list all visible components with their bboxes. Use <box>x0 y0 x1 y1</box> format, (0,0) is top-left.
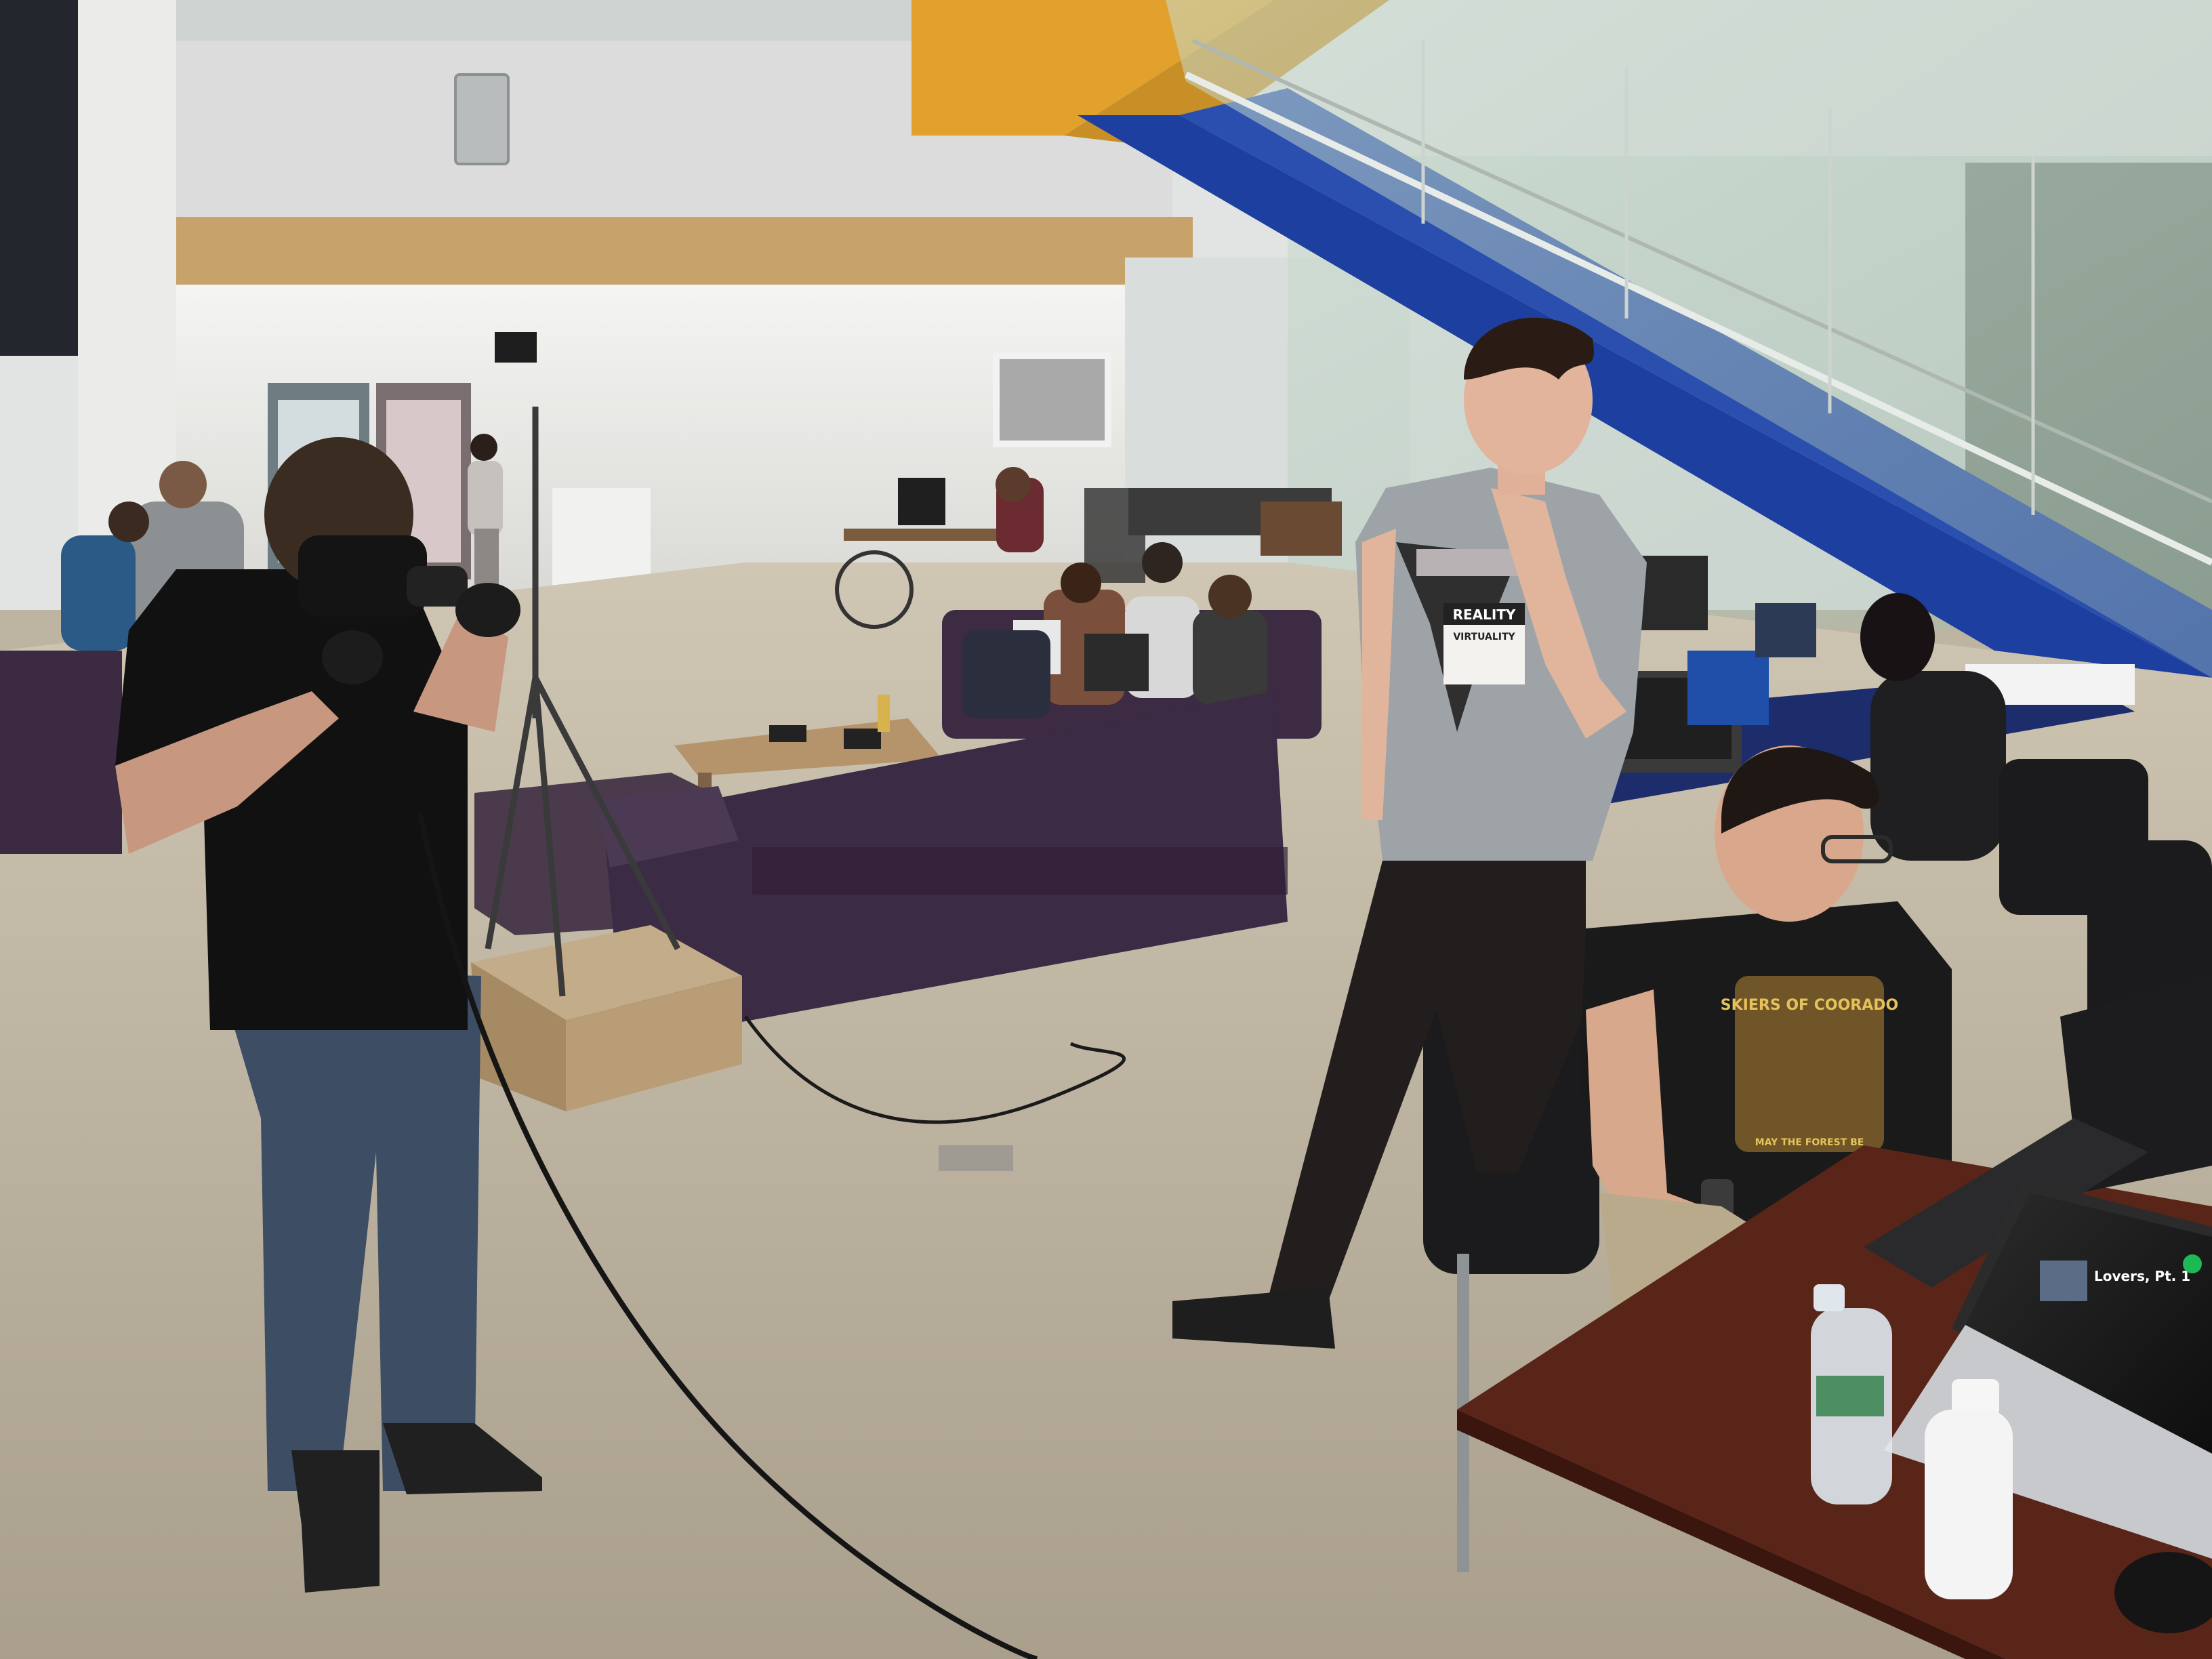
foosball-table-side <box>1261 501 1342 556</box>
vr-demo-photo: REALITY VIRTUALITY SKIERS OF COORADO MAY… <box>0 0 2212 1659</box>
badge-line-1: REALITY <box>1453 607 1516 623</box>
shirt-graphic-subtext: MAY THE FOREST BE <box>1755 1137 1864 1148</box>
spotify-logo-icon <box>2183 1254 2202 1273</box>
shirt-graphic-text: SKIERS OF COORADO <box>1721 997 1898 1014</box>
vr-controller-left <box>322 630 383 684</box>
album-art <box>2040 1261 2087 1301</box>
water-bottle <box>1811 1284 1892 1504</box>
track-title: Lovers, Pt. 1 <box>2094 1268 2190 1284</box>
photo-wall <box>993 352 1111 447</box>
vr-controller-right <box>455 583 520 637</box>
badge-line-2: VIRTUALITY <box>1453 632 1515 642</box>
floor-outlet <box>939 1145 1013 1171</box>
wall-speaker <box>454 73 510 165</box>
